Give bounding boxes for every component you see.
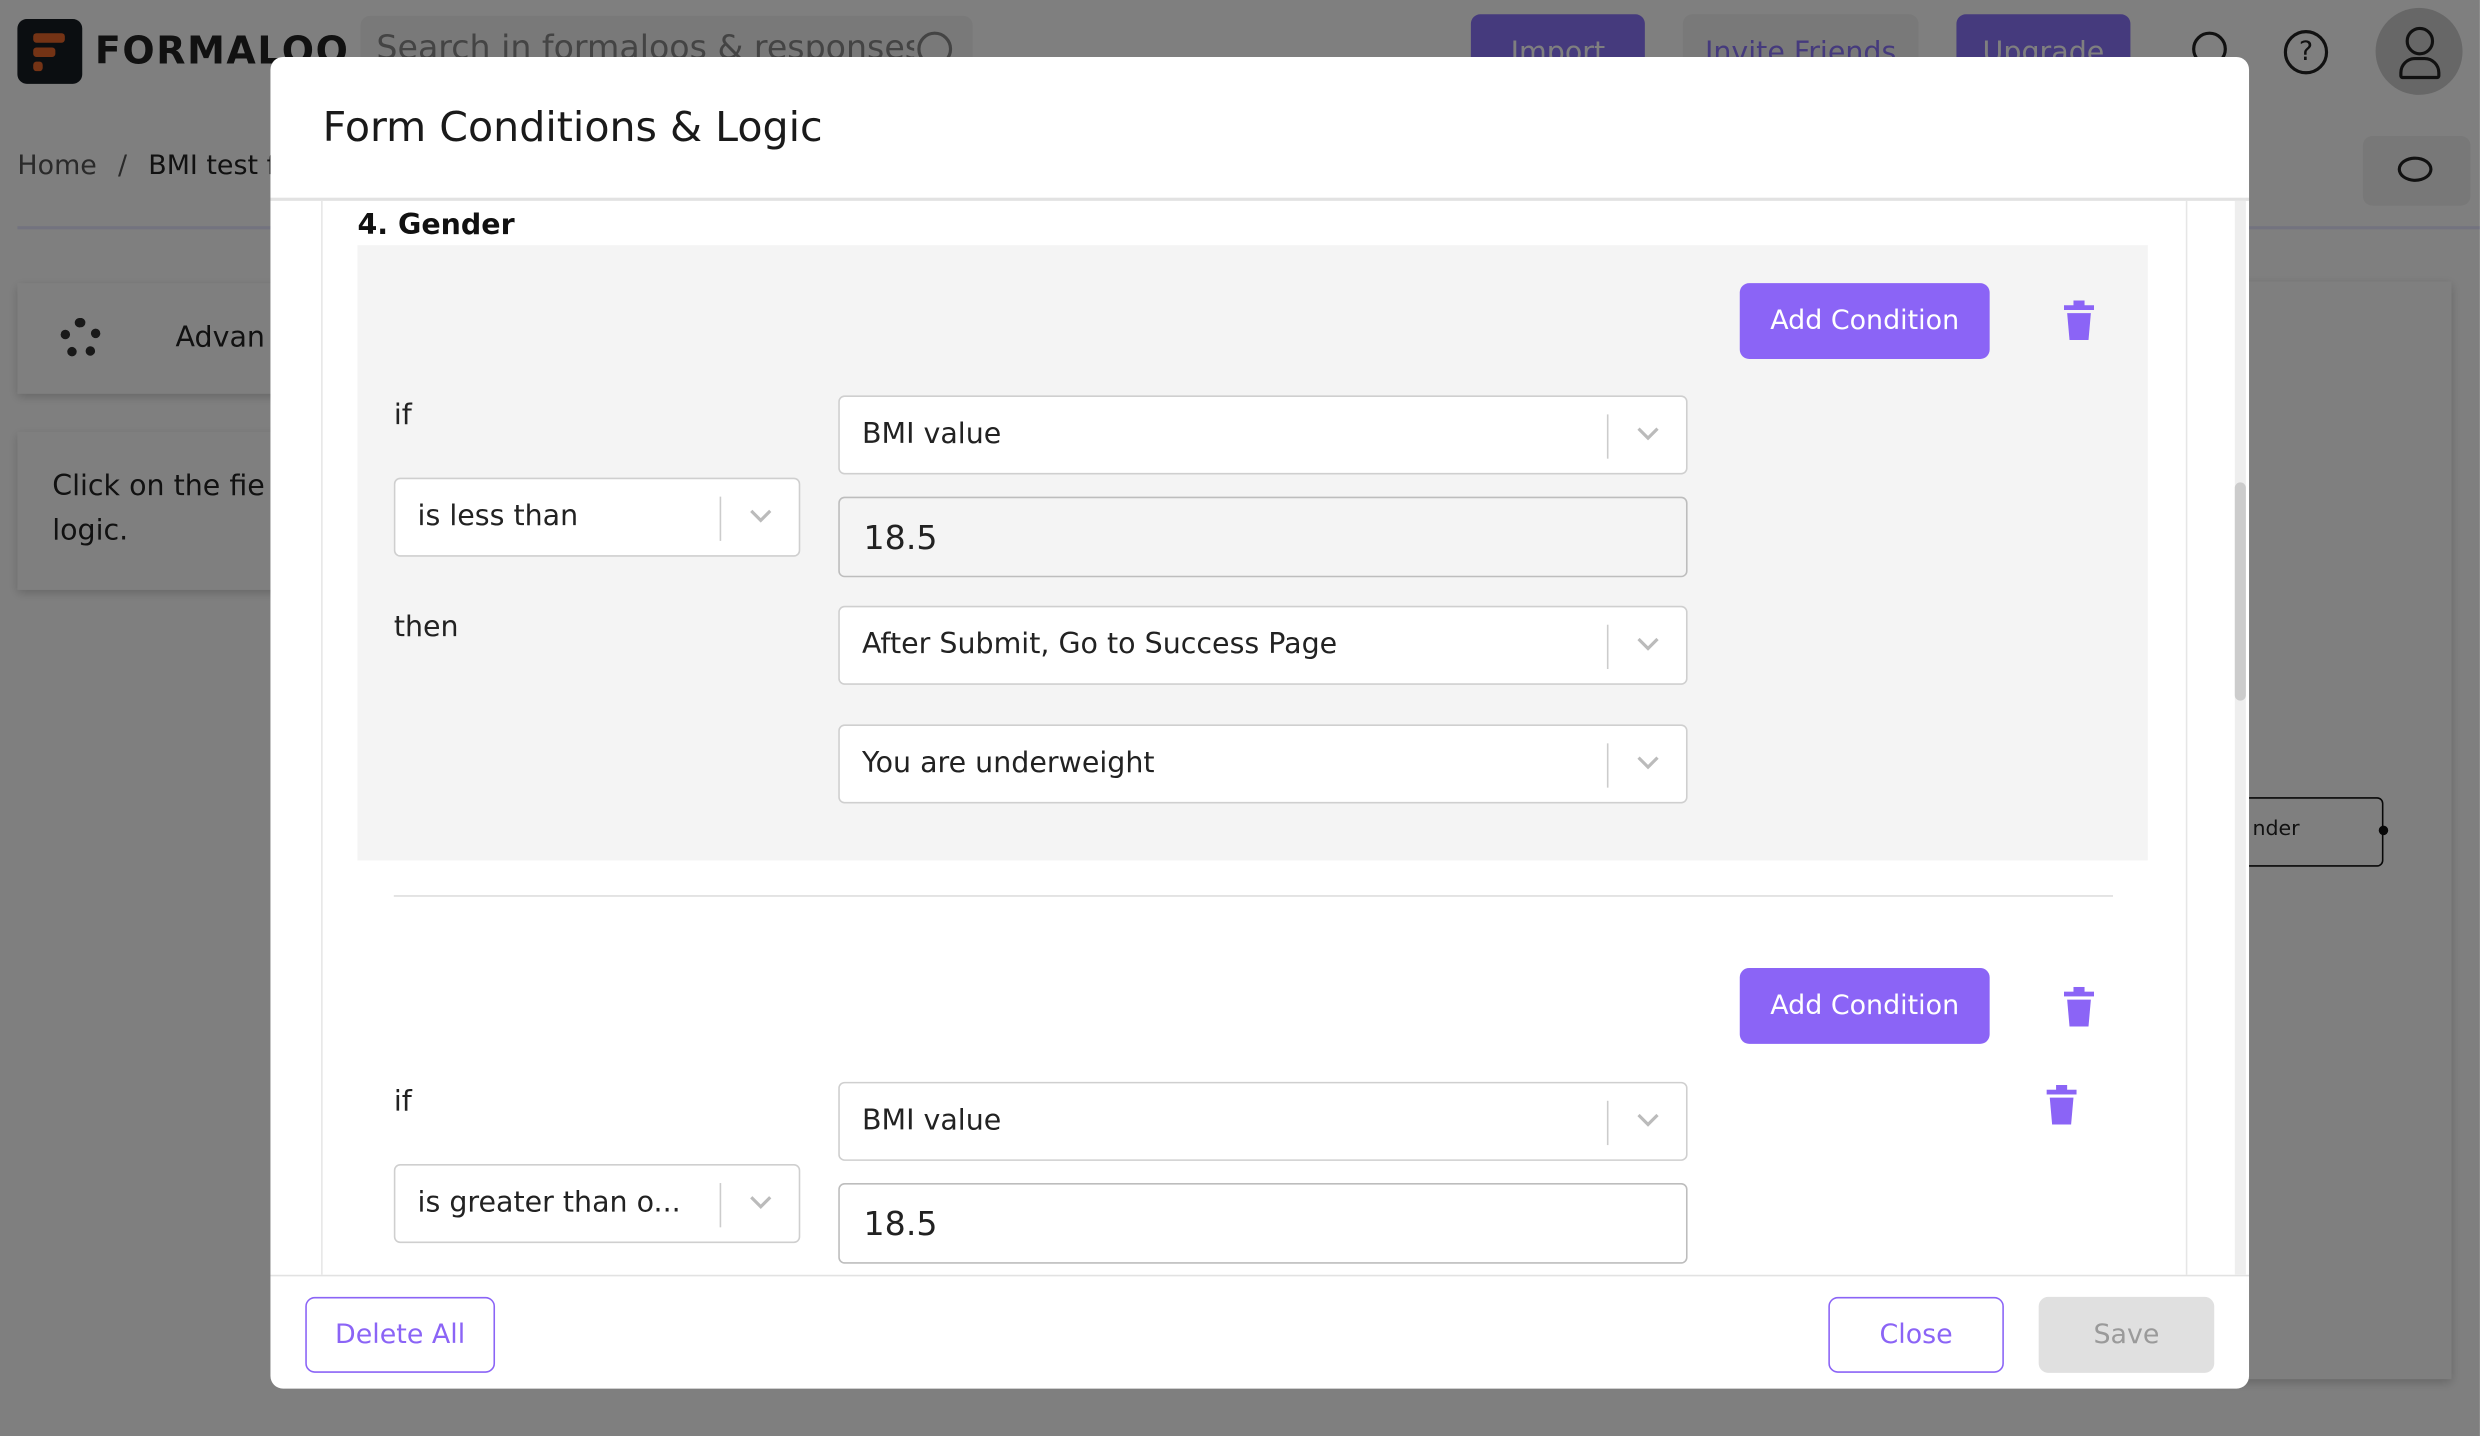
- delete-all-button[interactable]: Delete All: [305, 1296, 496, 1373]
- if-label: if: [393, 398, 412, 432]
- trash-icon[interactable]: [2063, 986, 2095, 1027]
- close-button[interactable]: Close: [1828, 1296, 2004, 1373]
- delete-condition-icon[interactable]: [2046, 1084, 2077, 1125]
- chevron-down-icon: [750, 509, 772, 523]
- modal-title: Form Conditions & Logic: [322, 104, 823, 152]
- action-select[interactable]: After Submit, Go to Success Page: [838, 605, 1688, 685]
- then-label: then: [393, 610, 459, 644]
- chevron-down-icon: [1637, 1113, 1659, 1127]
- chevron-down-icon: [1637, 637, 1659, 651]
- trash-icon[interactable]: [2063, 300, 2095, 341]
- modal-body: 4. Gender Add Condition if BMI value is …: [270, 200, 2249, 1275]
- add-condition-button[interactable]: Add Condition: [1739, 967, 1990, 1044]
- value-input[interactable]: 18.5: [838, 496, 1688, 578]
- if-label: if: [393, 1084, 412, 1119]
- scrollbar-thumb[interactable]: [2234, 482, 2246, 701]
- target-select[interactable]: You are underweight: [838, 724, 1688, 804]
- modal-header: Form Conditions & Logic: [270, 57, 2250, 201]
- chevron-down-icon: [750, 1196, 772, 1209]
- question-title: 4. Gender: [357, 208, 515, 242]
- value-input[interactable]: 18.5: [838, 1183, 1688, 1264]
- app-root: FORMALOO Search in formaloos & responses…: [0, 0, 2480, 1436]
- operator-select[interactable]: is less than: [393, 477, 801, 557]
- modal-footer: Delete All Close Save: [270, 1274, 2250, 1389]
- operator-select[interactable]: is greater than o...: [393, 1164, 801, 1244]
- conditions-modal: Form Conditions & Logic 4. Gender Add Co…: [270, 56, 2250, 1389]
- chevron-down-icon: [1637, 756, 1659, 770]
- field-select[interactable]: BMI value: [838, 395, 1688, 475]
- rule-divider: [393, 895, 2114, 897]
- add-condition-button[interactable]: Add Condition: [1739, 283, 1990, 360]
- save-button[interactable]: Save: [2038, 1296, 2215, 1373]
- scrollbar-track[interactable]: [2234, 200, 2246, 1275]
- field-select[interactable]: BMI value: [838, 1081, 1688, 1161]
- chevron-down-icon: [1637, 427, 1659, 441]
